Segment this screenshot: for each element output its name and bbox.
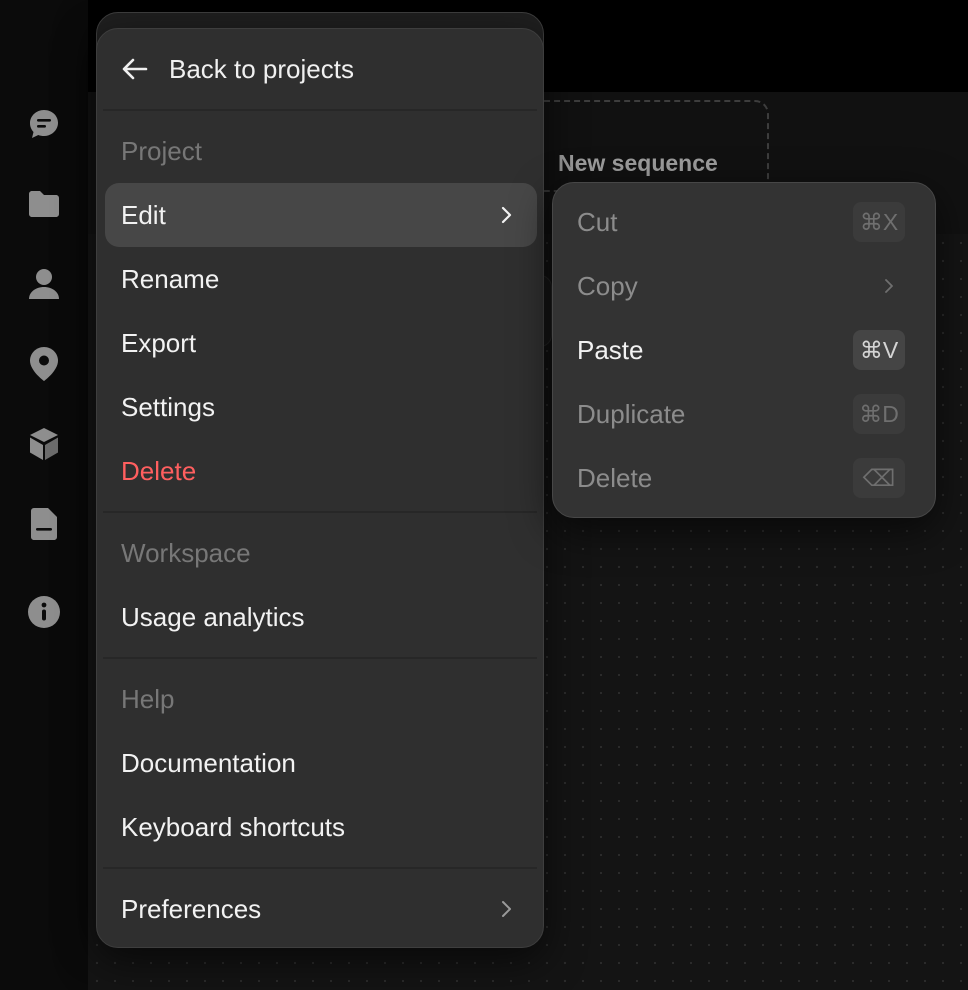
menu-item-usage-analytics[interactable]: Usage analytics [105,585,537,649]
menu-item-edit[interactable]: Edit [105,183,537,247]
shortcut-badge: ⌘V [853,330,905,370]
divider [103,109,537,111]
new-sequence-node[interactable] [520,100,769,192]
submenu-item-label: Duplicate [577,398,686,429]
menu-item-label: Delete [121,455,197,486]
app-window: New sequence Back to projects Project Ed… [0,0,968,990]
submenu-item-label: Paste [577,334,644,365]
submenu-item-label: Delete [577,462,653,493]
submenu-item-paste[interactable]: Paste ⌘V [561,318,927,382]
cube-button[interactable] [8,412,80,476]
menu-item-label: Export [121,327,197,358]
menu-item-label: Usage analytics [121,601,305,632]
section-title-help: Help [121,684,175,714]
edit-submenu: Cut ⌘X Copy Paste ⌘V Duplicate ⌘D Delete… [552,182,936,518]
menu-item-label: Edit [121,199,166,230]
location-button[interactable] [8,332,80,396]
new-sequence-label: New sequence [558,150,718,176]
menu-item-settings[interactable]: Settings [105,375,537,439]
shortcut-badge: ⌘D [853,394,905,434]
section-title-workspace: Workspace [121,538,251,568]
chat-button[interactable] [8,92,80,156]
folder-button[interactable] [8,172,80,236]
shortcut-badge: ⌘X [853,202,905,242]
info-button[interactable] [8,580,80,644]
folder-icon [29,191,59,217]
submenu-item-cut[interactable]: Cut ⌘X [561,190,927,254]
cube-icon [30,428,58,460]
divider [103,511,537,513]
menu-item-label: Settings [121,391,215,422]
menu-item-label: Documentation [121,747,296,778]
chat-icon [30,110,58,138]
back-label: Back to projects [169,53,354,84]
people-button[interactable] [8,252,80,316]
chevron-right-icon [885,279,893,293]
submenu-item-copy[interactable]: Copy [561,254,927,318]
document-button[interactable] [8,492,80,556]
menu-item-rename[interactable]: Rename [105,247,537,311]
location-pin-icon [30,347,58,381]
section-title-project: Project [121,136,202,166]
info-icon [28,596,60,628]
left-rail [0,0,544,990]
menu-item-keyboard-shortcuts[interactable]: Keyboard shortcuts [105,795,537,859]
menu-item-label: Preferences [121,893,262,924]
divider [103,657,537,659]
menu-item-preferences[interactable]: Preferences [105,877,537,941]
arrow-left-icon [122,58,148,80]
submenu-item-label: Cut [577,206,618,237]
chevron-right-icon [502,901,511,917]
backspace-icon: ⌫ [853,458,905,498]
person-icon [29,269,59,299]
chevron-right-icon [501,206,512,224]
menu-item-export[interactable]: Export [105,311,537,375]
submenu-item-delete[interactable]: Delete ⌫ [561,446,927,510]
document-icon [31,508,57,540]
menu-item-label: Rename [121,263,220,294]
submenu-item-duplicate[interactable]: Duplicate ⌘D [561,382,927,446]
project-menu: Back to projects Project Edit Rename Exp… [96,28,544,948]
back-to-projects-button[interactable]: Back to projects [97,29,543,109]
divider [103,867,537,869]
menu-item-documentation[interactable]: Documentation [105,731,537,795]
menu-item-delete[interactable]: Delete [105,439,537,503]
submenu-item-label: Copy [577,270,638,301]
menu-item-label: Keyboard shortcuts [121,811,346,842]
